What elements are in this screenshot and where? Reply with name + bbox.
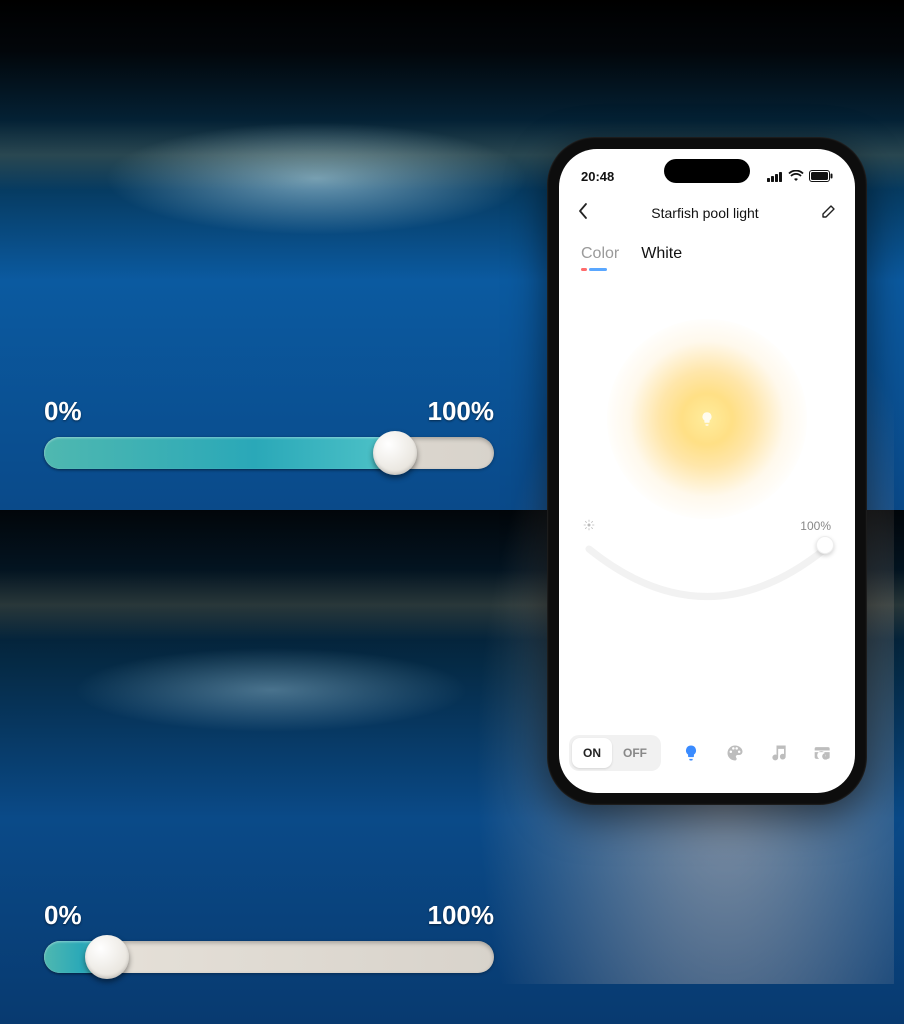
nav-schedule-icon[interactable] [810,740,836,766]
slider-knob[interactable] [85,935,129,979]
slider-fill [44,437,395,469]
tab-label: Color [581,245,619,262]
dynamic-island [664,159,750,183]
app-header: Starfish pool light [559,193,855,233]
power-segmented-control: ON OFF [569,735,661,771]
tab-label: White [641,245,682,262]
slider-labels: 0% 100% [44,900,494,931]
brightness-demo-slider-1: 0% 100% [44,396,494,469]
brightness-min-icon [583,519,595,534]
edit-icon[interactable] [821,203,837,224]
power-off-button[interactable]: OFF [612,738,658,768]
tab-color[interactable]: Color [581,245,619,271]
tab-underline [581,268,607,271]
bottom-nav [669,740,845,766]
slider-knob[interactable] [373,431,417,475]
brightness-arc-slider[interactable]: 100% [559,519,855,639]
status-time: 20:48 [581,169,614,184]
slider-max-label: 100% [428,396,495,427]
device-title: Starfish pool light [651,205,758,221]
cellular-signal-icon [767,171,783,182]
light-preview-glow[interactable] [607,319,807,519]
slider-max-label: 100% [428,900,495,931]
mode-tabs: Color White [581,245,682,271]
bulb-icon [698,410,716,428]
tab-white[interactable]: White [641,245,682,271]
brightness-demo-slider-2: 0% 100% [44,900,494,973]
slider-track[interactable] [44,437,494,469]
product-image-stage: 0% 100% 0% 100% 20:48 [0,0,904,1024]
slider-track[interactable] [44,941,494,973]
battery-icon [809,170,833,182]
wifi-icon [788,170,804,182]
status-indicators [767,170,833,182]
phone-frame: 20:48 Starfish pool light [547,137,867,805]
nav-palette-icon[interactable] [722,740,748,766]
slider-min-label: 0% [44,396,82,427]
nav-music-icon[interactable] [766,740,792,766]
slider-min-label: 0% [44,900,82,931]
back-icon[interactable] [577,202,589,225]
brightness-value: 100% [800,519,831,533]
bottom-controls: ON OFF [569,727,845,779]
phone-screen: 20:48 Starfish pool light [559,149,855,793]
arc-track [559,519,855,639]
arc-knob[interactable] [816,536,834,554]
power-on-button[interactable]: ON [572,738,612,768]
nav-bulb-icon[interactable] [678,740,704,766]
slider-labels: 0% 100% [44,396,494,427]
